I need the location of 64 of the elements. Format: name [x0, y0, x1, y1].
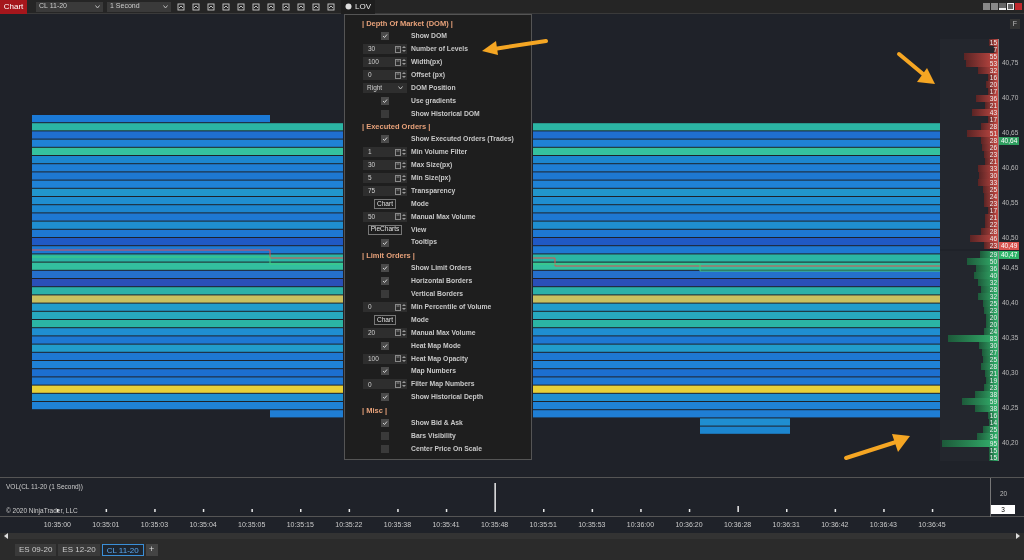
checkbox[interactable] — [381, 238, 389, 247]
up-down-arrows-icon — [402, 354, 406, 363]
up-down-arrows-icon — [402, 212, 406, 221]
up-down-arrows-icon — [402, 328, 406, 337]
checkbox[interactable] — [381, 277, 389, 286]
annotation-arrow — [844, 434, 910, 460]
checkbox[interactable] — [381, 290, 389, 299]
drop-icon — [345, 3, 352, 10]
checkmark-icon — [382, 97, 388, 104]
calculator-icon — [395, 213, 401, 221]
up-down-arrows-icon — [402, 187, 406, 195]
calculator-icon — [395, 71, 401, 79]
up-down-arrows-icon — [402, 58, 406, 67]
up-down-arrows-icon — [402, 148, 406, 157]
chevron-down-icon — [95, 4, 100, 9]
calculator-icon — [395, 45, 401, 53]
up-down-arrows-icon — [402, 45, 406, 54]
horizontal-scrollbar[interactable] — [4, 533, 1020, 539]
calculator-icon — [395, 380, 401, 388]
up-down-arrows-icon — [402, 71, 406, 79]
chart-tab[interactable]: ES 12-20 — [58, 543, 100, 556]
chart-tab[interactable]: CL 11-20 — [101, 543, 144, 556]
calculator-icon — [395, 303, 401, 311]
chart-button[interactable]: Chart — [0, 0, 27, 14]
calculator-icon — [395, 329, 401, 337]
checkbox[interactable] — [381, 393, 389, 402]
up-down-arrows-icon — [402, 380, 406, 389]
checkmark-icon — [382, 342, 388, 349]
checkbox[interactable] — [381, 135, 389, 144]
checkmark-icon — [382, 33, 388, 40]
calculator-icon — [395, 58, 401, 66]
restore-button[interactable] — [1007, 3, 1014, 10]
up-down-arrows-icon — [402, 174, 406, 183]
calculator-icon — [395, 355, 401, 363]
chevron-down-icon — [398, 85, 403, 90]
checkbox[interactable] — [381, 444, 389, 453]
chevron-down-icon — [163, 4, 168, 9]
checkmark-icon — [382, 136, 388, 143]
indicator-button[interactable]: LOV — [341, 0, 375, 14]
calculator-icon — [395, 148, 401, 156]
checkbox[interactable] — [381, 367, 389, 376]
up-down-arrows-icon — [402, 303, 406, 312]
checkbox[interactable] — [381, 431, 389, 440]
checkmark-icon — [382, 239, 388, 246]
checkmark-icon — [382, 394, 388, 401]
checkbox[interactable] — [381, 96, 389, 105]
checkmark-icon — [382, 368, 388, 375]
calculator-icon — [395, 187, 401, 195]
annotation-arrow — [482, 39, 548, 55]
chart-tab[interactable]: ES 09-20 — [15, 543, 57, 556]
calculator-icon — [395, 161, 401, 169]
checkmark-icon — [382, 420, 388, 427]
checkbox[interactable] — [381, 419, 389, 428]
calculator-icon — [395, 174, 401, 182]
minimize-button[interactable] — [999, 3, 1006, 10]
up-down-arrows-icon — [402, 161, 406, 170]
checkbox[interactable] — [381, 32, 389, 41]
scroll-left-icon — [4, 533, 9, 539]
checkbox[interactable] — [381, 109, 389, 118]
scroll-right-icon — [1015, 533, 1020, 539]
checkbox[interactable] — [381, 264, 389, 273]
annotation-arrow — [897, 52, 935, 84]
checkbox[interactable] — [381, 341, 389, 350]
add-tab-button[interactable]: + — [145, 543, 158, 556]
